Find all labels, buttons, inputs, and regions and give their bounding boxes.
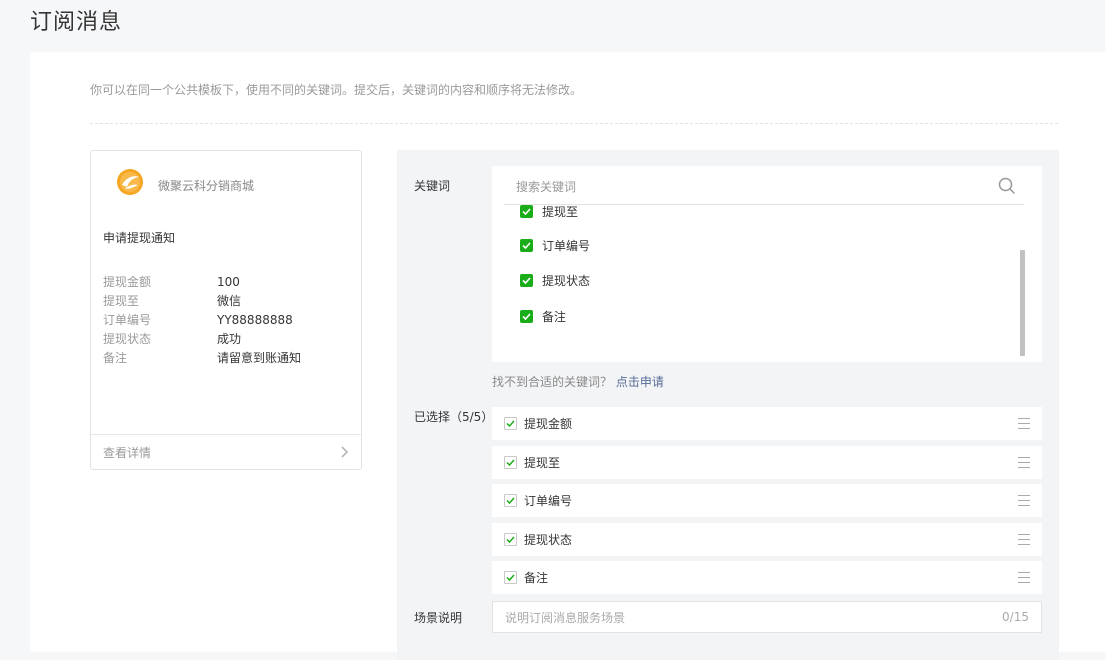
checkbox-checked-icon[interactable] <box>504 456 517 469</box>
preview-rows: 提现金额 100 提现至 微信 订单编号 YY88888888 提现状态 成功 … <box>103 273 353 368</box>
keyword-picker: 提现至 订单编号 提现状态 <box>492 166 1042 362</box>
scene-input[interactable] <box>505 608 975 628</box>
search-icon[interactable] <box>998 177 1016 195</box>
preview-row: 提现至 微信 <box>103 292 353 311</box>
preview-key: 提现状态 <box>103 332 152 346</box>
message-preview: 微聚云科分销商城 申请提现通知 提现金额 100 提现至 微信 订单编号 YY8… <box>90 150 362 470</box>
keyword-option[interactable]: 提现状态 <box>520 270 590 290</box>
checkbox-checked-icon <box>520 309 533 323</box>
selected-label: 已选择（5/5） <box>414 410 494 424</box>
keyword-search <box>504 166 1024 205</box>
keyword-search-input[interactable] <box>516 176 986 198</box>
main-card: 你可以在同一个公共模板下，使用不同的关键词。提交后，关键词的内容和顺序将无法修改… <box>30 52 1105 660</box>
preview-row: 提现状态 成功 <box>103 330 353 349</box>
selected-item[interactable]: 提现金额 <box>492 407 1042 440</box>
preview-value: YY88888888 <box>217 313 293 327</box>
selected-item-label: 备注 <box>524 571 549 585</box>
checkbox-checked-icon[interactable] <box>504 494 517 507</box>
drag-handle-icon[interactable] <box>1018 418 1030 429</box>
selected-item-label: 提现状态 <box>524 533 573 547</box>
preview-value: 100 <box>217 275 240 289</box>
checkbox-checked-icon[interactable] <box>504 417 517 430</box>
selected-item[interactable]: 订单编号 <box>492 484 1042 517</box>
checkbox-checked-icon <box>520 273 533 287</box>
divider <box>90 123 1058 124</box>
config-panel: 关键词 提现至 <box>397 150 1059 660</box>
keyword-list-scrollbar[interactable] <box>1020 250 1025 356</box>
selected-item-label: 订单编号 <box>524 494 573 508</box>
keyword-option-label: 提现状态 <box>542 273 591 288</box>
keywords-label: 关键词 <box>414 179 451 193</box>
keyword-help: 找不到合适的关键词？ 点击申请 <box>492 373 664 390</box>
drag-handle-icon[interactable] <box>1018 495 1030 506</box>
preview-value: 微信 <box>217 294 242 308</box>
drag-handle-icon[interactable] <box>1018 534 1030 545</box>
apply-keyword-link[interactable]: 点击申请 <box>616 375 664 389</box>
checkbox-checked-icon[interactable] <box>504 571 517 584</box>
char-counter: 0/15 <box>1002 610 1029 624</box>
page-title: 订阅消息 <box>30 10 123 35</box>
template-title: 申请提现通知 <box>103 231 176 245</box>
preview-row: 备注 请留意到账通知 <box>103 349 353 368</box>
view-details-label: 查看详情 <box>103 445 152 460</box>
app-logo-icon <box>117 169 143 195</box>
tip-text: 你可以在同一个公共模板下，使用不同的关键词。提交后，关键词的内容和顺序将无法修改… <box>90 83 583 97</box>
selected-item-label: 提现至 <box>524 456 561 470</box>
scene-field: 0/15 <box>492 601 1042 633</box>
preview-value: 成功 <box>217 332 242 346</box>
keyword-option-label: 提现至 <box>542 204 579 219</box>
drag-handle-icon[interactable] <box>1018 457 1030 468</box>
keyword-option[interactable]: 备注 <box>520 306 566 326</box>
keyword-option[interactable]: 提现至 <box>520 201 578 221</box>
checkbox-checked-icon <box>520 204 533 218</box>
keyword-help-text: 找不到合适的关键词？ <box>492 375 613 389</box>
checkbox-checked-icon <box>520 238 533 252</box>
preview-value: 请留意到账通知 <box>217 351 302 365</box>
preview-key: 提现金额 <box>103 275 152 289</box>
preview-key: 备注 <box>103 351 128 365</box>
checkbox-checked-icon[interactable] <box>504 533 517 546</box>
chevron-right-icon <box>341 446 349 458</box>
preview-row: 提现金额 100 <box>103 273 353 292</box>
drag-handle-icon[interactable] <box>1018 572 1030 583</box>
keyword-option-label: 备注 <box>542 309 567 324</box>
selected-item[interactable]: 提现状态 <box>492 523 1042 556</box>
view-details-link[interactable]: 查看详情 <box>91 434 361 469</box>
keyword-option-label: 订单编号 <box>542 238 591 253</box>
selected-item-label: 提现金额 <box>524 417 573 431</box>
preview-key: 提现至 <box>103 294 140 308</box>
scene-label: 场景说明 <box>414 611 463 625</box>
preview-row: 订单编号 YY88888888 <box>103 311 353 330</box>
selected-item[interactable]: 提现至 <box>492 446 1042 479</box>
app-name: 微聚云科分销商城 <box>158 179 255 193</box>
keyword-option[interactable]: 订单编号 <box>520 235 590 255</box>
preview-key: 订单编号 <box>103 313 152 327</box>
selected-item[interactable]: 备注 <box>492 561 1042 594</box>
